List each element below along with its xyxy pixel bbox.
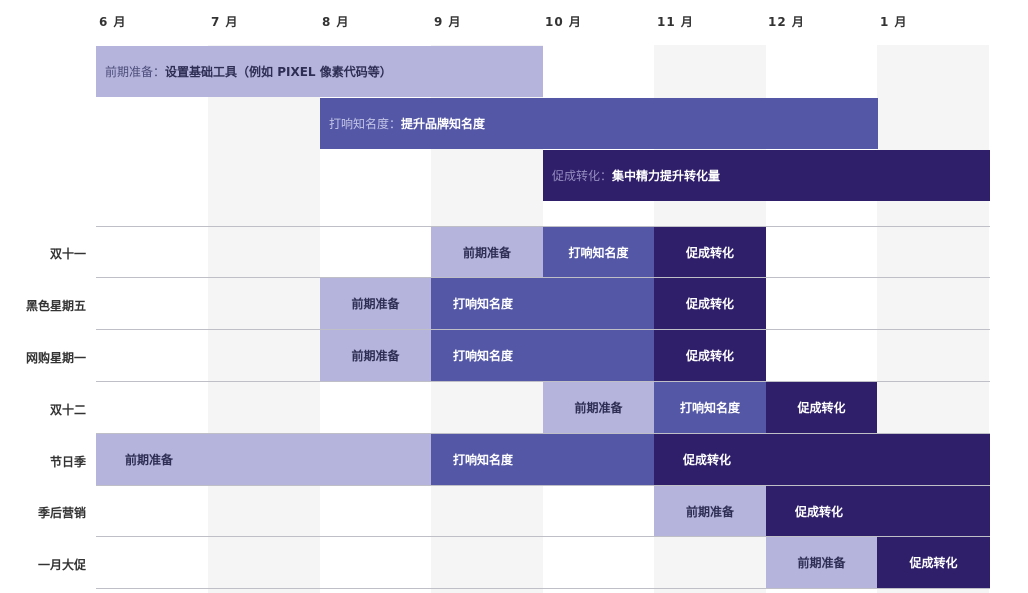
month-label: 1 月 — [880, 15, 908, 29]
stage-block-conversion: 促成转化 — [766, 382, 877, 433]
stage-block-conversion: 促成转化 — [654, 278, 766, 329]
phase-text: 设置基础工具（例如 PIXEL 像素代码等） — [165, 65, 392, 79]
phase-text: 提升品牌知名度 — [401, 117, 486, 131]
month-label: 9 月 — [434, 15, 462, 29]
phase-text: 集中精力提升转化量 — [612, 169, 721, 183]
month-label: 12 月 — [768, 15, 805, 29]
phase-bar-prep: 前期准备： 设置基础工具（例如 PIXEL 像素代码等） — [96, 46, 543, 97]
month-label: 8 月 — [322, 15, 350, 29]
month-label: 6 月 — [99, 15, 127, 29]
stage-block-awareness: 打响知名度 — [431, 434, 654, 485]
stage-block-conversion: 促成转化 — [877, 537, 990, 588]
stage-block-awareness: 打响知名度 — [543, 227, 654, 277]
stage-block-awareness: 打响知名度 — [431, 278, 654, 329]
month-label: 7 月 — [211, 15, 239, 29]
stage-block-conversion: 促成转化 — [654, 330, 766, 381]
stage-block-prep: 前期准备 — [543, 382, 654, 433]
stage-block-conversion: 促成转化 — [766, 486, 990, 536]
stage-block-awareness: 打响知名度 — [431, 330, 654, 381]
row-label: 双十二 — [49, 403, 86, 417]
phase-prefix: 前期准备： — [105, 65, 166, 79]
phase-bar-awareness: 打响知名度： 提升品牌知名度 — [320, 98, 878, 149]
row-label: 季后营销 — [37, 506, 86, 520]
month-label: 11 月 — [657, 15, 694, 29]
phase-prefix: 打响知名度： — [329, 117, 402, 131]
stage-block-prep: 前期准备 — [320, 278, 431, 329]
stage-block-awareness: 打响知名度 — [654, 382, 766, 433]
stage-block-prep: 前期准备 — [766, 537, 877, 588]
row-label: 双十一 — [49, 247, 86, 261]
stage-block-prep: 前期准备 — [431, 227, 543, 277]
stage-block-prep: 前期准备 — [654, 486, 766, 536]
row-label: 节日季 — [49, 455, 86, 469]
stage-block-prep: 前期准备 — [96, 434, 431, 485]
stage-block-conversion: 促成转化 — [654, 434, 990, 485]
row-label: 一月大促 — [37, 558, 86, 572]
stage-block-prep: 前期准备 — [320, 330, 431, 381]
month-label: 10 月 — [545, 15, 582, 29]
phase-bar-conversion: 促成转化： 集中精力提升转化量 — [543, 150, 990, 201]
stage-block-conversion: 促成转化 — [654, 227, 766, 277]
phase-prefix: 促成转化： — [552, 169, 613, 183]
row-label: 网购星期一 — [25, 351, 86, 365]
column-band-jul — [208, 45, 320, 593]
row-label: 黑色星期五 — [25, 299, 86, 313]
row-divider — [96, 588, 990, 589]
